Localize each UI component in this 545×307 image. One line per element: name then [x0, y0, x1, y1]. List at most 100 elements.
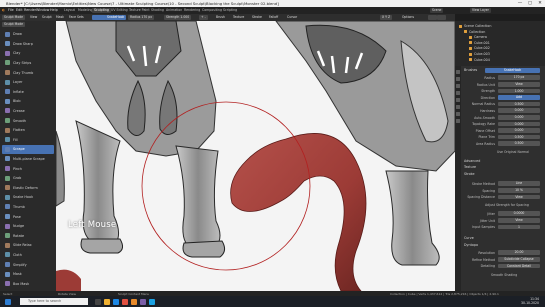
menu-sculpt[interactable]: Sculpt [40, 15, 54, 20]
blender-taskbar-icon[interactable] [131, 298, 137, 305]
scene-selector[interactable]: Scene [430, 8, 444, 13]
taskbar-clock[interactable]: 11:34 30-10-2020 [521, 297, 539, 305]
taskbar-search-input[interactable]: Type here to search [20, 298, 88, 305]
prop-field-area-radius[interactable]: 0.500 [498, 141, 540, 146]
smooth-shading-checkbox[interactable]: Smooth Shading [491, 273, 517, 277]
brush-name-field[interactable]: SnakeHook [105, 15, 127, 20]
prop-field-plane-offset[interactable]: 0.000 [498, 128, 540, 133]
prop-field-hardness[interactable]: 0.000 [498, 108, 540, 113]
jitter-field[interactable]: 0.0000 [498, 211, 540, 216]
brush-selector[interactable]: SnakeHook [485, 68, 540, 73]
tool-elastic-deform[interactable]: Elastic Deform [2, 184, 54, 193]
tool-mask[interactable]: Mask [2, 270, 54, 279]
tool-pose[interactable]: Pose [2, 212, 54, 221]
tool-draw-sharp[interactable]: Draw Sharp [2, 40, 54, 49]
menu-render[interactable]: Render [24, 8, 36, 12]
object-tab-icon[interactable] [456, 105, 460, 109]
section-advanced[interactable]: Advanced [464, 159, 480, 163]
prop-field-auto-smooth[interactable]: 0.000 [498, 115, 540, 120]
world-tab-icon[interactable] [456, 98, 460, 102]
tool-rotate[interactable]: Rotate [2, 232, 54, 241]
menu-help[interactable]: Help [50, 8, 58, 12]
direction-toggle[interactable]: + - [199, 15, 208, 20]
stroke-menu[interactable]: Stroke [250, 15, 264, 20]
tab-scripting[interactable]: Scripting [221, 8, 239, 13]
tab-layout[interactable]: Layout [62, 8, 77, 13]
texture-menu[interactable]: Texture [231, 15, 246, 20]
tool-clay-thumb[interactable]: Clay Thumb [2, 68, 54, 77]
shading-solid-icon[interactable] [428, 15, 437, 20]
view-layer-selector[interactable]: View Layer [470, 8, 491, 13]
section-curve[interactable]: Curve [464, 236, 474, 240]
tool-crease[interactable]: Crease [2, 107, 54, 116]
falloff-menu[interactable]: Falloff [267, 15, 280, 20]
3d-viewport[interactable]: Left Mouse [56, 21, 455, 291]
menu-file[interactable]: File [8, 8, 14, 12]
start-icon[interactable] [5, 298, 11, 305]
brushes-section-header[interactable]: Brushes [464, 68, 477, 72]
material-tab-icon[interactable] [456, 119, 460, 123]
outliner-row[interactable]: Cube.004 [455, 58, 545, 64]
tool-draw[interactable]: Draw [2, 30, 54, 39]
tool-fill[interactable]: Fill [2, 136, 54, 145]
tool-scrape[interactable]: Scrape [2, 145, 54, 154]
mode-selector[interactable]: Sculpt Mode [2, 15, 26, 20]
tool-simplify[interactable]: Simplify [2, 260, 54, 269]
tool-flatten[interactable]: Flatten [2, 126, 54, 135]
tool-inflate[interactable]: Inflate [2, 88, 54, 97]
maximize-button[interactable]: ▢ [525, 0, 535, 7]
menu-edit[interactable]: Edit [16, 8, 23, 12]
adjust-strength-checkbox[interactable]: Adjust Strength for Spacing [485, 203, 529, 207]
overlay-icon[interactable] [437, 15, 446, 20]
tool-thumb[interactable]: Thumb [2, 203, 54, 212]
brush-menu[interactable]: Brush [214, 15, 227, 20]
edge-icon[interactable] [113, 298, 119, 305]
prop-field-strength[interactable]: 1.000 [498, 88, 540, 94]
use-original-normal-checkbox[interactable]: Use Original Normal [497, 150, 529, 154]
strength-field[interactable]: Strength 1.000 [164, 15, 192, 20]
prop-field-plane-trim[interactable]: 0.500 [498, 134, 540, 140]
radius-field[interactable]: Radius 170 px [128, 15, 155, 20]
cursor-menu[interactable]: Cursor [285, 15, 299, 20]
tool-nudge[interactable]: Nudge [2, 222, 54, 231]
prop-field-topology-rake[interactable]: 0.000 [498, 121, 540, 127]
minimize-button[interactable]: — [515, 0, 525, 7]
tool-slide-relax[interactable]: Slide Relax [2, 241, 54, 250]
tool-smooth[interactable]: Smooth [2, 116, 54, 125]
detailing-field[interactable]: Constant Detail [498, 263, 540, 269]
prop-field-normal-radius[interactable]: 0.500 [498, 101, 540, 107]
app-icon[interactable] [140, 298, 146, 305]
symmetry-axes[interactable]: X Y Z [380, 15, 393, 20]
tool-layer[interactable]: Layer [2, 78, 54, 87]
input-samples-field[interactable]: 1 [498, 224, 540, 230]
render-tab-icon[interactable] [456, 77, 460, 81]
section-texture[interactable]: Texture [464, 165, 476, 169]
tool-pinch[interactable]: Pinch [2, 164, 54, 173]
jitter-unit-field[interactable]: View [498, 218, 540, 223]
output-tab-icon[interactable] [456, 84, 460, 88]
tool-snake-hook[interactable]: Snake Hook [2, 193, 54, 202]
tool-multi-plane-scrape[interactable]: Multi-plane Scrape [2, 155, 54, 164]
modifier-tab-icon[interactable] [456, 112, 460, 116]
tool-clay[interactable]: Clay [2, 49, 54, 58]
menu-mask[interactable]: Mask [54, 15, 66, 20]
spacing-field[interactable]: 10 % [498, 188, 540, 193]
tool-box-mask[interactable]: Box Mask [2, 280, 54, 289]
tool-grab[interactable]: Grab [2, 174, 54, 183]
options-menu[interactable]: Options [400, 15, 416, 20]
spacing-distance-field[interactable]: View [498, 194, 540, 200]
section-dyntopo[interactable]: Dyntopo [464, 243, 478, 247]
task-view-icon[interactable] [95, 298, 101, 305]
tool-clay-strips[interactable]: Clay Strips [2, 59, 54, 68]
refine-method-field[interactable]: Subdivide Collapse [498, 257, 540, 262]
blender-logo-icon[interactable]: ◐ [2, 8, 5, 12]
prop-field-direction[interactable]: Add [498, 95, 540, 100]
section-stroke[interactable]: Stroke [464, 172, 475, 176]
chrome-icon[interactable] [122, 298, 128, 305]
tool-blob[interactable]: Blob [2, 97, 54, 106]
menu-face-sets[interactable]: Face Sets [67, 15, 86, 20]
close-button[interactable]: ✕ [535, 0, 545, 7]
toolbar-mode-label[interactable]: Sculpt Mode [2, 22, 26, 27]
menu-view[interactable]: View [28, 15, 39, 20]
prop-field-radius[interactable]: 170 px [498, 75, 540, 80]
